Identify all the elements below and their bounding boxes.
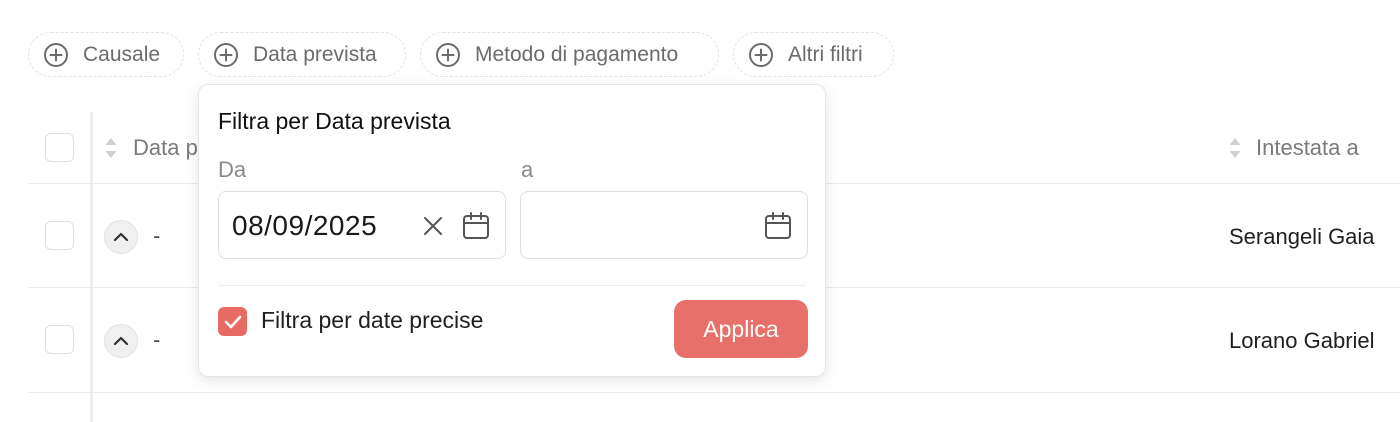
- precise-dates-checkbox[interactable]: [218, 307, 247, 336]
- expand-row-button[interactable]: [104, 324, 138, 358]
- apply-button[interactable]: Applica: [674, 300, 808, 358]
- column-header-data[interactable]: Data p: [133, 135, 198, 161]
- row-checkbox[interactable]: [45, 221, 74, 250]
- filter-chip-label: Data prevista: [253, 42, 377, 66]
- clear-icon[interactable]: [422, 215, 444, 237]
- filter-chip-metodo-pagamento[interactable]: Metodo di pagamento: [420, 32, 719, 77]
- plus-circle-icon: [436, 42, 460, 67]
- column-header-intestata[interactable]: Intestata a: [1256, 135, 1359, 161]
- chevron-up-icon: [113, 336, 129, 346]
- cell-date: -: [153, 223, 161, 248]
- row-divider: [28, 392, 1400, 393]
- check-icon: [224, 315, 241, 328]
- expand-row-button[interactable]: [104, 220, 138, 254]
- from-date-input[interactable]: 08/09/2025: [218, 191, 506, 259]
- popover-title: Filtra per Data prevista: [218, 108, 451, 134]
- sticky-column-divider: [90, 112, 93, 422]
- sort-icon[interactable]: [1228, 136, 1242, 160]
- filter-chip-label: Causale: [83, 42, 161, 66]
- filter-chip-label: Altri filtri: [788, 42, 863, 66]
- calendar-icon[interactable]: [763, 211, 793, 241]
- filter-chip-causale[interactable]: Causale: [28, 32, 184, 77]
- plus-circle-icon: [44, 42, 68, 67]
- cell-intestata: Serangeli Gaia: [1229, 224, 1375, 249]
- to-date-input[interactable]: [520, 191, 808, 259]
- cell-date: -: [153, 327, 161, 352]
- plus-circle-icon: [214, 42, 238, 67]
- calendar-icon[interactable]: [461, 211, 491, 241]
- from-date-value: 08/09/2025: [232, 210, 378, 241]
- chevron-up-icon: [113, 232, 129, 242]
- precise-dates-label[interactable]: Filtra per date precise: [261, 307, 483, 334]
- filter-chip-label: Metodo di pagamento: [475, 42, 679, 66]
- cell-intestata: Lorano Gabriel: [1229, 328, 1375, 353]
- to-date-label: a: [521, 157, 534, 182]
- filter-chip-data-prevista[interactable]: Data prevista: [198, 32, 406, 77]
- select-all-checkbox[interactable]: [45, 133, 74, 162]
- row-checkbox[interactable]: [45, 325, 74, 354]
- filter-chip-altri-filtri[interactable]: Altri filtri: [733, 32, 894, 77]
- sort-icon[interactable]: [104, 136, 118, 160]
- date-filter-popover: Filtra per Data prevista Da a 08/09/2025…: [198, 84, 826, 377]
- popover-divider: [218, 285, 806, 286]
- from-date-label: Da: [218, 157, 247, 182]
- plus-circle-icon: [749, 42, 773, 67]
